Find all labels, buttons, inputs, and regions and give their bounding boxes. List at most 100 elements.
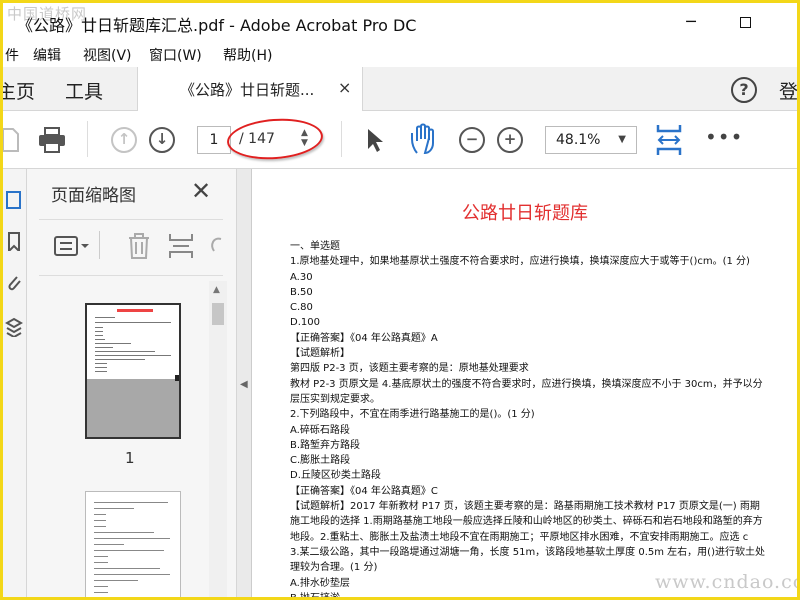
attachments-icon[interactable] xyxy=(5,273,23,293)
tab-bar: 主页 工具 《公路》廿日斩题... × ? 登 xyxy=(3,67,797,111)
thumbnail-text-line xyxy=(95,363,107,364)
thumbnail-text-line xyxy=(95,359,145,360)
thumbnail-text-line xyxy=(94,508,134,509)
bookmarks-icon[interactable] xyxy=(5,231,23,251)
thumbnail-text-line xyxy=(95,335,103,336)
thumbnail-text-line xyxy=(94,562,108,563)
thumbnail-text-line xyxy=(94,592,108,593)
thumbnail-text-line xyxy=(94,586,108,587)
title-bar: 中国道桥网 《公路》廿日斩题库汇总.pdf - Adobe Acrobat Pr… xyxy=(3,3,797,41)
minimize-button[interactable]: ─ xyxy=(671,9,711,35)
document-text-line: B.路堑弃方路段 xyxy=(290,439,361,451)
collapse-arrow-icon[interactable]: ◀ xyxy=(240,379,248,390)
menu-view[interactable]: 视图(V) xyxy=(83,45,132,65)
document-text-line: 【试题解析】2017 年新教材 P17 页，该题主要考察的是：路基雨期施工技术教… xyxy=(290,501,763,543)
fit-page-icon[interactable] xyxy=(655,123,683,157)
panel-collapse-gutter[interactable]: ◀ xyxy=(237,169,251,597)
document-text-line: C.膨胀土路段 xyxy=(290,455,351,467)
page-thumbnail-1[interactable] xyxy=(85,303,181,439)
print-icon[interactable] xyxy=(37,125,67,155)
maximize-icon xyxy=(739,17,751,28)
toolbar: ↑ ↓ 1 / 147 ▲ ▼ − + 48.1% ▼ ••• xyxy=(3,111,797,169)
tab-document[interactable]: 《公路》廿日斩题... × xyxy=(137,67,363,111)
sign-in-link[interactable]: 登 xyxy=(779,77,797,104)
more-tools-button[interactable]: ••• xyxy=(705,125,743,149)
thumbnail-text-line xyxy=(95,317,115,318)
thumbnail-resize-handle[interactable] xyxy=(175,375,179,381)
thumbnail-text-line xyxy=(95,322,171,323)
thumbnail-text-line xyxy=(94,574,170,575)
thumbnail-text-line xyxy=(95,327,103,328)
document-body: 一、单选题 1.原地基处理中，如果地基原状土强度不符合要求时，应进行换填，换填深度… xyxy=(290,239,768,597)
document-text-line: 2.下列路段中，不宜在雨季进行路基施工的是()。(1 分) xyxy=(290,409,535,421)
app-window: 中国道桥网 《公路》廿日斩题库汇总.pdf - Adobe Acrobat Pr… xyxy=(0,0,800,600)
menu-window[interactable]: 窗口(W) xyxy=(149,45,202,65)
thumbnail-text-line xyxy=(95,347,113,348)
menu-bar: 件 编辑 视图(V) 窗口(W) 帮助(H) xyxy=(3,41,797,67)
panel-divider xyxy=(39,275,223,276)
menu-help[interactable]: 帮助(H) xyxy=(223,45,272,65)
site-watermark-url: www.cndao.com xyxy=(655,571,797,593)
thumbnail-text-line xyxy=(94,526,106,527)
thumbnail-text-line xyxy=(95,367,107,368)
thumbnail-text-line xyxy=(94,514,106,515)
thumbnail-text-line xyxy=(94,544,124,545)
save-icon[interactable] xyxy=(3,127,19,153)
toolbar-divider xyxy=(341,121,342,157)
document-text-line: 第四版 P2-3 页，该题主要考察的是：原地基处理要求 xyxy=(290,363,529,375)
window-title: 《公路》廿日斩题库汇总.pdf - Adobe Acrobat Pro DC xyxy=(17,16,417,35)
rotate-icon[interactable] xyxy=(207,231,225,261)
previous-page-button[interactable]: ↑ xyxy=(111,127,137,153)
thumbnail-text-line xyxy=(94,568,160,569)
page-number-input[interactable]: 1 xyxy=(197,126,231,154)
thumbnail-text-line xyxy=(95,339,105,340)
zoom-select[interactable]: 48.1% ▼ xyxy=(545,126,637,154)
tab-home[interactable]: 主页 xyxy=(3,77,35,104)
document-text-line: 1.原地基处理中，如果地基原状土强度不符合要求时，应进行换填，换填深度应大于或等… xyxy=(290,256,750,268)
zoom-in-button[interactable]: + xyxy=(497,127,523,153)
next-page-button[interactable]: ↓ xyxy=(149,127,175,153)
thumbnail-title-mark xyxy=(117,309,153,312)
menu-file[interactable]: 件 xyxy=(5,45,19,65)
panel-toolbar-divider xyxy=(99,231,100,259)
tab-document-label: 《公路》廿日斩题... xyxy=(180,81,315,99)
tab-tools[interactable]: 工具 xyxy=(65,77,103,104)
zoom-out-button[interactable]: − xyxy=(459,127,485,153)
toolbar-divider xyxy=(87,121,88,157)
document-text-line: C.80 xyxy=(290,302,313,314)
zoom-value: 48.1% xyxy=(556,132,601,148)
insert-page-icon[interactable] xyxy=(167,231,195,261)
close-tab-button[interactable]: × xyxy=(338,78,351,97)
thumbnail-text-line xyxy=(94,520,106,521)
scroll-up-icon[interactable]: ▲ xyxy=(213,285,220,295)
chevron-down-icon: ▼ xyxy=(618,134,626,145)
left-rail xyxy=(3,169,27,597)
thumbnail-text-line xyxy=(95,355,171,356)
document-title: 公路廿日斩题库 xyxy=(462,203,588,224)
scrollbar-thumb[interactable] xyxy=(212,303,224,325)
document-text-line: 一、单选题 xyxy=(290,241,340,252)
layers-icon[interactable] xyxy=(5,317,23,337)
page-thumbnails-icon[interactable] xyxy=(5,189,23,209)
menu-edit[interactable]: 编辑 xyxy=(33,45,61,65)
thumbnail-viewport-shade xyxy=(87,379,179,437)
red-highlight-annotation xyxy=(225,115,325,163)
select-arrow-icon[interactable] xyxy=(365,127,385,153)
help-icon[interactable]: ? xyxy=(731,77,757,103)
page-thumbnail-2[interactable] xyxy=(85,491,181,597)
trash-icon[interactable] xyxy=(125,231,153,261)
document-text-line: 【正确答案】《04 年公路真题》A xyxy=(290,332,438,344)
thumbnail-options-icon[interactable] xyxy=(53,231,91,261)
thumbnail-text-line xyxy=(95,331,103,332)
document-text-line: B.50 xyxy=(290,286,313,298)
thumbnails-scrollbar[interactable]: ▲ xyxy=(209,281,227,597)
close-panel-button[interactable]: ✕ xyxy=(191,177,211,205)
thumbnails-panel: 页面缩略图 ✕ 1 ▲ xyxy=(27,169,237,597)
maximize-button[interactable] xyxy=(725,9,765,35)
thumbnail-text-line xyxy=(95,343,131,344)
hand-tool-icon[interactable] xyxy=(409,123,439,155)
panel-divider xyxy=(39,219,223,220)
document-text-line: A.30 xyxy=(290,271,313,283)
thumbnail-page-number: 1 xyxy=(125,449,135,467)
thumbnail-text-line xyxy=(94,580,138,581)
